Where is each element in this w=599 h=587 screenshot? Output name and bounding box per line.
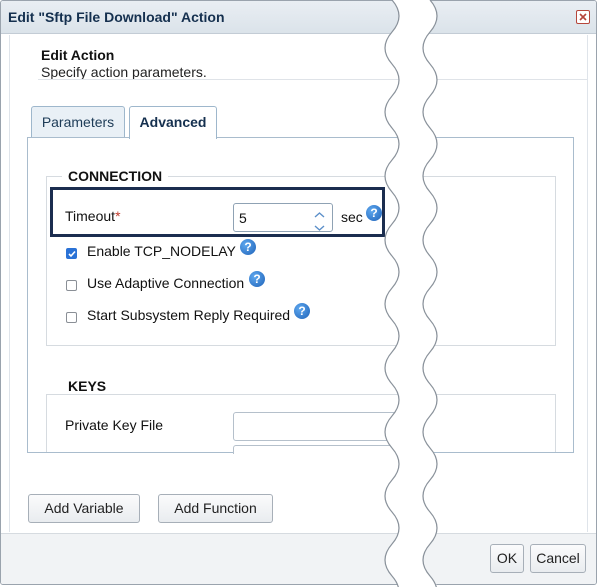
- connection-legend: CONNECTION: [62, 168, 169, 184]
- torn-edge-divider: [384, 0, 438, 587]
- dialog-title: Edit "Sftp File Download" Action: [8, 9, 225, 25]
- start-subsystem-reply-label: Start Subsystem Reply Required: [87, 307, 291, 323]
- help-icon[interactable]: ?: [249, 271, 265, 287]
- checkmark-icon: [68, 250, 76, 258]
- advanced-tab-panel: CONNECTION KEYS: [27, 137, 574, 453]
- enable-tcp-nodelay-checkbox[interactable]: [66, 248, 77, 259]
- tab-parameters[interactable]: Parameters: [31, 106, 125, 138]
- close-icon: [579, 13, 587, 21]
- dialog-footer: OK Cancel: [1, 533, 596, 584]
- help-icon[interactable]: ?: [294, 303, 310, 319]
- enable-tcp-nodelay-label: Enable TCP_NODELAY: [87, 243, 236, 259]
- edit-action-dialog: Edit "Sftp File Download" Action Edit Ac…: [0, 0, 597, 585]
- close-button[interactable]: [576, 10, 590, 24]
- timeout-highlight-frame: [50, 187, 385, 237]
- cancel-button[interactable]: Cancel: [530, 544, 586, 573]
- use-adaptive-connection-label: Use Adaptive Connection: [87, 275, 245, 291]
- add-function-button[interactable]: Add Function: [158, 494, 273, 523]
- section-title: Edit Action: [41, 47, 115, 63]
- dialog-titlebar[interactable]: Edit "Sftp File Download" Action: [1, 1, 596, 34]
- keys-legend: KEYS: [62, 378, 113, 394]
- use-adaptive-connection-checkbox[interactable]: [66, 280, 77, 291]
- help-icon[interactable]: ?: [240, 239, 256, 255]
- section-subtitle: Specify action parameters.: [41, 64, 207, 80]
- header-divider: [38, 79, 587, 80]
- private-key-file-label: Private Key File: [65, 417, 164, 433]
- start-subsystem-reply-checkbox[interactable]: [66, 312, 77, 323]
- add-variable-button[interactable]: Add Variable: [28, 494, 140, 523]
- ok-button[interactable]: OK: [490, 544, 524, 573]
- tab-advanced[interactable]: Advanced: [129, 106, 217, 139]
